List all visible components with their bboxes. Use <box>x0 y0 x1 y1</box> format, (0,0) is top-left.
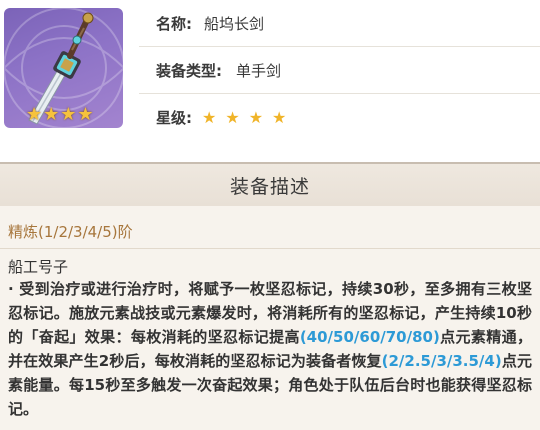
skill-description: · 受到治疗或进行治疗时，将赋予一枚坚忍标记，持续30秒，至多拥有三枚坚忍标记。… <box>8 277 532 421</box>
rarity-stars: ★★★★ <box>202 107 296 127</box>
spacer <box>0 138 540 162</box>
name-value: 船坞长剑 <box>204 14 265 33</box>
item-attributes: 名称: 船坞长剑 装备类型: 单手剑 星级: ★★★★ <box>139 0 540 138</box>
section-header: 装备描述 <box>0 162 540 207</box>
skill-name: 船工号子 <box>8 258 69 276</box>
item-info-panel: ★★★★ 名称: 船坞长剑 装备类型: 单手剑 星级: ★★★★ <box>0 0 540 138</box>
divider <box>0 248 540 249</box>
thumbnail-rarity-stars: ★★★★ <box>26 104 95 125</box>
weapon-thumbnail: ★★★★ <box>4 8 123 128</box>
refinement-label[interactable]: 精炼(1/2/3/4/5)阶 <box>8 221 133 242</box>
type-row: 装备类型: 单手剑 <box>139 47 540 94</box>
rarity-label: 星级: <box>156 108 192 127</box>
type-value: 单手剑 <box>236 61 282 80</box>
type-label: 装备类型: <box>156 61 222 80</box>
rarity-row: 星级: ★★★★ <box>139 94 540 140</box>
energy-values: (2/2.5/3/3.5/4) <box>381 352 502 370</box>
section-title: 装备描述 <box>229 175 310 198</box>
elemental-mastery-values: (40/50/60/70/80) <box>299 328 440 346</box>
description-panel: 精炼(1/2/3/4/5)阶 船工号子 · 受到治疗或进行治疗时，将赋予一枚坚忍… <box>0 206 540 430</box>
name-label: 名称: <box>156 14 192 33</box>
name-row: 名称: 船坞长剑 <box>139 0 540 47</box>
